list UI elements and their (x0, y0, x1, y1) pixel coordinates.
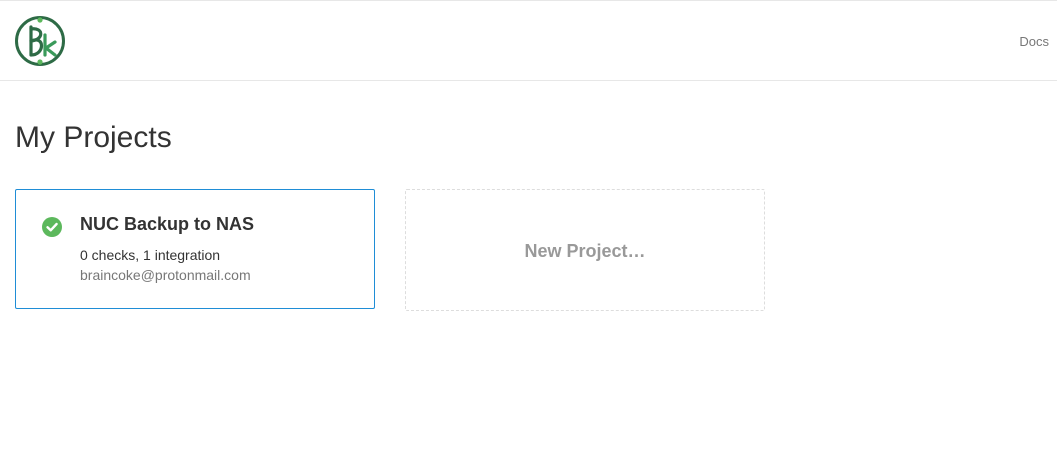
project-summary: 0 checks, 1 integration (80, 247, 221, 263)
page-title: My Projects (15, 121, 172, 154)
project-name: NUC Backup to NAS (80, 214, 255, 234)
check-circle-icon (42, 217, 62, 237)
logo-icon (15, 16, 65, 66)
project-owner-email: braincoke@protonmail.com (80, 267, 251, 283)
app-logo[interactable] (14, 15, 66, 67)
new-project-button[interactable]: New Project… (405, 189, 765, 311)
project-card[interactable]: NUC Backup to NAS 0 checks, 1 integratio… (15, 189, 375, 309)
new-project-label: New Project… (524, 241, 646, 261)
top-navbar: Docs (0, 0, 1057, 81)
docs-link[interactable]: Docs (1019, 34, 1049, 49)
